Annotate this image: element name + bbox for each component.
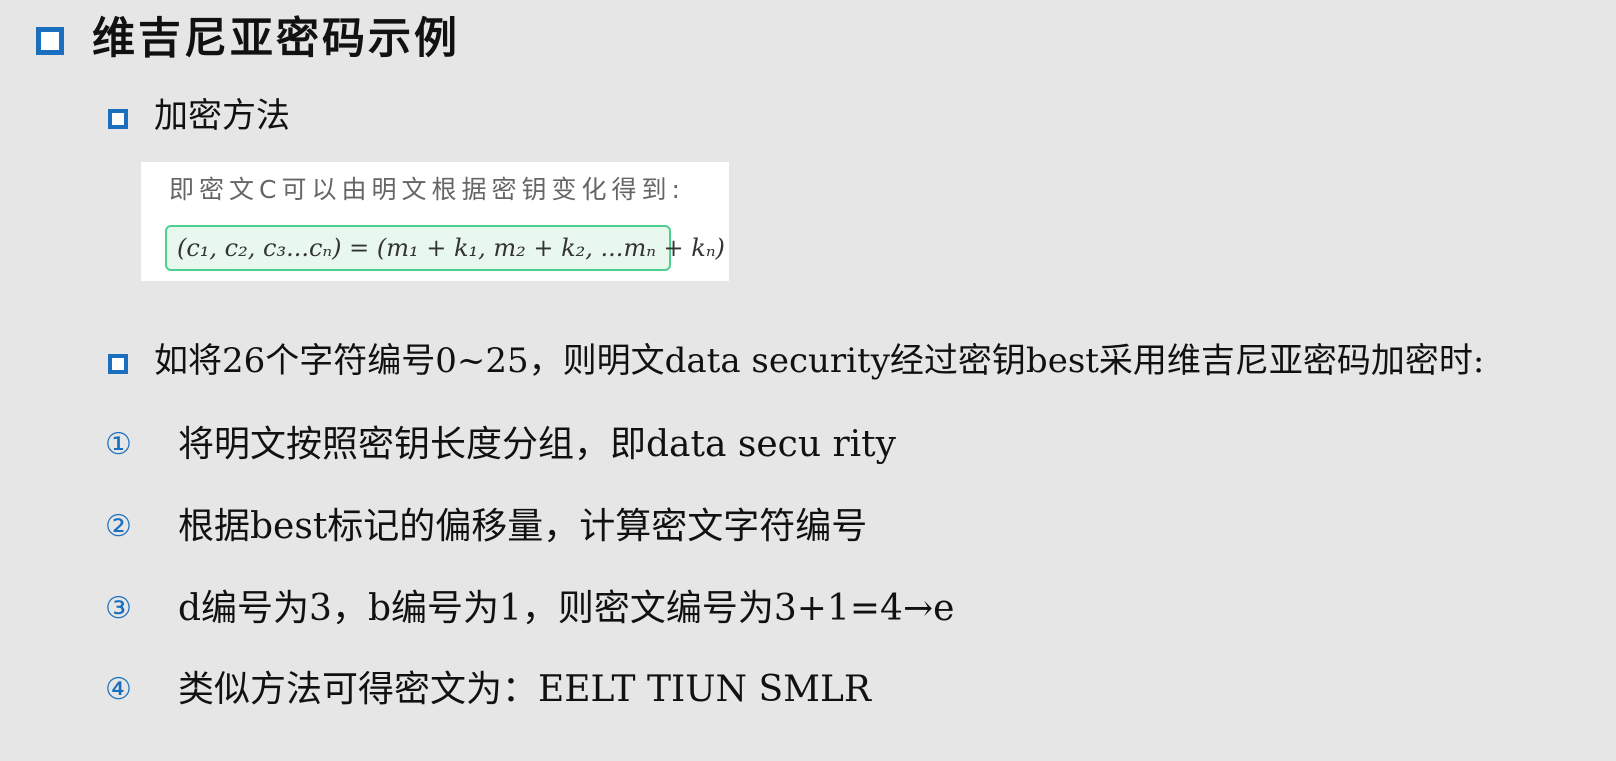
step-text: 将明文按照密钥长度分组，即data secu rity xyxy=(178,424,896,465)
section1-heading: 加密方法 xyxy=(154,96,290,136)
step-number: ② xyxy=(105,509,132,544)
step-text: 根据best标记的偏移量，计算密文字符编号 xyxy=(178,506,868,547)
step-text: 类似方法可得密文为：EELT TIUN SMLR xyxy=(178,669,872,710)
formula-text: (c₁, c₂, c₃...cₙ) = (m₁ + k₁, m₂ + k₂, .… xyxy=(177,234,725,262)
section1-bullet-icon xyxy=(108,109,128,129)
formula-image: 即密文C可以由明文根据密钥变化得到: (c₁, c₂, c₃...cₙ) = (… xyxy=(141,162,729,281)
step-number: ① xyxy=(105,427,132,462)
step-number: ③ xyxy=(105,591,132,626)
formula-caption: 即密文C可以由明文根据密钥变化得到: xyxy=(169,175,685,204)
title-bullet-icon xyxy=(36,27,64,55)
page-title: 维吉尼亚密码示例 xyxy=(92,14,460,64)
formula-box: (c₁, c₂, c₃...cₙ) = (m₁ + k₁, m₂ + k₂, .… xyxy=(165,225,725,271)
section2-bullet-icon xyxy=(108,354,128,374)
step-number: ④ xyxy=(105,672,132,707)
step-text: d编号为3，b编号为1，则密文编号为3+1=4→e xyxy=(178,588,955,629)
section2-text: 如将26个字符编号0~25，则明文data security经过密钥best采用… xyxy=(154,341,1485,381)
